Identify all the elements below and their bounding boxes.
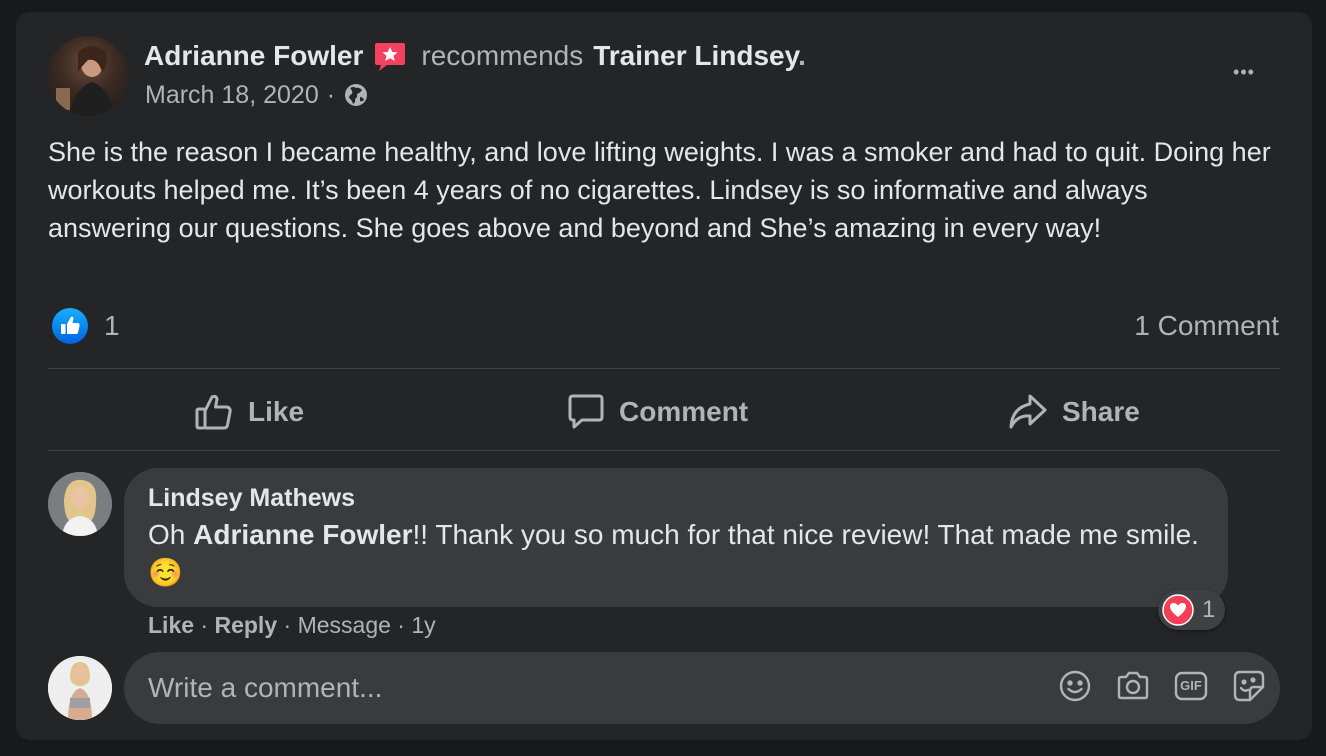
header-period: . — [798, 40, 806, 71]
post-date[interactable]: March 18, 2020 — [145, 81, 319, 110]
heart-icon — [1162, 594, 1194, 626]
divider-bottom — [48, 450, 1280, 451]
meta-sep-1: · — [194, 612, 215, 638]
post-header-line: Adrianne Fowler recommends Trainer Linds… — [144, 38, 806, 74]
comment-message-link[interactable]: Message — [298, 612, 391, 639]
comment-reply-link[interactable]: Reply — [214, 612, 277, 639]
comment-text: Oh Adrianne Fowler!! Thank you so much f… — [148, 516, 1218, 592]
gif-icon[interactable]: GIF — [1174, 669, 1208, 703]
thumbs-up-icon — [194, 392, 234, 432]
comment-reaction-chip[interactable]: 1 — [1158, 590, 1226, 630]
meta-sep-2: · — [277, 612, 298, 638]
like-button[interactable]: Like — [194, 388, 304, 436]
more-options-button[interactable]: ••• — [1218, 54, 1270, 90]
meta-sep-3: · — [390, 612, 412, 638]
sticker-icon[interactable] — [1232, 669, 1266, 703]
like-count: 1 — [104, 310, 120, 341]
camera-icon[interactable] — [1116, 669, 1150, 703]
commenter-avatar[interactable] — [48, 472, 112, 536]
composer-placeholder[interactable]: Write a comment... — [148, 672, 382, 704]
comment-mention[interactable]: Adrianne Fowler — [193, 519, 412, 550]
divider-top — [48, 368, 1280, 369]
reaction-summary[interactable]: 1 — [52, 308, 120, 344]
meta-dot: · — [326, 80, 336, 109]
post-meta: March 18, 2020 · — [145, 80, 369, 110]
comment-label: Comment — [619, 396, 749, 427]
like-label: Like — [248, 396, 305, 427]
share-label: Share — [1062, 396, 1140, 427]
current-user-avatar[interactable] — [48, 656, 112, 720]
smile-emoji: ☺️ — [148, 557, 183, 588]
recommends-verb: recommends — [421, 40, 584, 71]
composer-tools: GIF — [1058, 669, 1266, 703]
comment-text-prefix: Oh — [148, 519, 194, 550]
comment-like-link[interactable]: Like — [148, 612, 194, 639]
comment-reaction-count: 1 — [1202, 596, 1216, 623]
recommend-icon — [373, 39, 407, 73]
emoji-icon[interactable] — [1058, 669, 1092, 703]
comment-text-suffix: !! Thank you so much for that nice revie… — [412, 519, 1199, 550]
more-icon: ••• — [1233, 61, 1255, 82]
share-arrow-icon — [1008, 392, 1048, 432]
gif-label: GIF — [1180, 678, 1202, 693]
post-body-text: She is the reason I became healthy, and … — [48, 137, 1271, 243]
comment-age[interactable]: 1y — [411, 612, 435, 639]
author-avatar[interactable] — [48, 36, 128, 116]
author-name[interactable]: Adrianne Fowler — [144, 40, 363, 72]
page-name[interactable]: Trainer Lindsey — [593, 40, 798, 71]
comment-meta: Like · Reply · Message · 1y — [148, 612, 436, 639]
share-button[interactable]: Share — [1008, 388, 1140, 436]
comment-count[interactable]: 1 Comment — [1134, 310, 1279, 342]
commenter-name[interactable]: Lindsey Mathews — [148, 484, 355, 513]
comment-button[interactable]: Comment — [567, 388, 748, 436]
like-reaction-icon — [52, 308, 88, 344]
speech-bubble-icon — [567, 393, 605, 431]
globe-icon — [343, 82, 369, 108]
